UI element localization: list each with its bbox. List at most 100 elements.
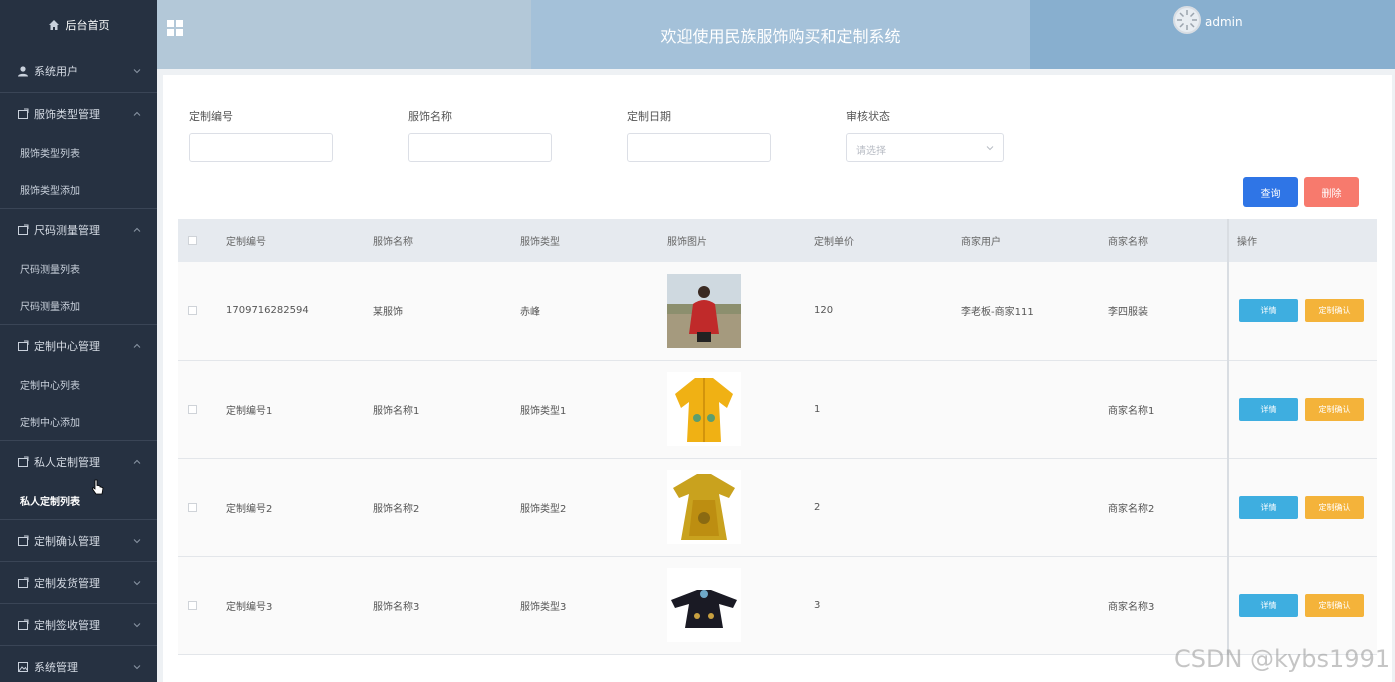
sidebar-group-label: 定制发货管理 xyxy=(34,576,100,590)
query-button[interactable]: 查询 xyxy=(1243,177,1298,207)
chevron-down-icon xyxy=(133,664,141,669)
cell-price: 1 xyxy=(814,360,961,459)
cell-merchant-user xyxy=(961,360,1108,459)
column-header[interactable]: 商家名称 xyxy=(1108,219,1228,262)
custom-confirm-button[interactable]: 定制确认 xyxy=(1305,299,1364,323)
sidebar-item-size-measure-list[interactable]: 尺码测量列表 xyxy=(0,250,157,287)
sidebar-group-size-measure[interactable]: 尺码测量管理 xyxy=(0,208,157,250)
delete-button[interactable]: 删除 xyxy=(1304,177,1359,207)
header-left-panel xyxy=(157,0,531,69)
custom-date-input[interactable] xyxy=(627,133,771,162)
username[interactable]: admin xyxy=(1205,15,1243,29)
filter-label: 定制编号 xyxy=(189,110,233,123)
custom-confirm-button[interactable]: 定制确认 xyxy=(1305,397,1364,421)
custom-confirm-button[interactable]: 定制确认 xyxy=(1305,495,1364,519)
sidebar-group-system-manage[interactable]: 系统管理 xyxy=(0,645,157,682)
detail-button[interactable]: 详情 xyxy=(1239,299,1298,323)
column-header[interactable]: 商家用户 xyxy=(961,219,1108,262)
row-checkbox[interactable] xyxy=(188,502,197,512)
row-checkbox[interactable] xyxy=(188,600,197,610)
table-row: 1709716282594 某服饰 赤峰 120 李老板-商家111 李四服装 … xyxy=(178,262,1377,361)
sidebar-group-clothing-type[interactable]: 服饰类型管理 xyxy=(0,92,157,134)
detail-button[interactable]: 详情 xyxy=(1239,593,1298,617)
column-header[interactable]: 服饰类型 xyxy=(520,219,667,262)
sidebar-group-label: 定制中心管理 xyxy=(34,339,100,353)
cell-clothing-name: 某服饰 xyxy=(373,262,520,361)
cell-clothing-type: 服饰类型3 xyxy=(520,556,667,655)
cell-merchant-user xyxy=(961,556,1108,655)
cell-custom-id: 定制编号1 xyxy=(226,360,373,459)
cell-actions: 详情 定制确认 xyxy=(1227,360,1377,459)
cell-actions: 详情 定制确认 xyxy=(1227,458,1377,557)
cell-merchant-name: 商家名称3 xyxy=(1108,556,1228,655)
avatar[interactable] xyxy=(1173,6,1201,34)
cell-merchant-user: 李老板-商家111 xyxy=(961,262,1108,361)
clothing-photo[interactable] xyxy=(667,273,741,348)
filter-label: 定制日期 xyxy=(627,110,671,123)
sidebar-item-size-measure-add[interactable]: 尺码测量添加 xyxy=(0,287,157,324)
cell-price: 120 xyxy=(814,262,961,361)
clothing-photo[interactable] xyxy=(667,568,741,642)
top-header: 欢迎使用民族服饰购买和定制系统 admin xyxy=(157,0,1395,69)
folder-icon xyxy=(17,577,29,589)
cell-actions: 详情 定制确认 xyxy=(1227,262,1377,361)
clothing-photo[interactable] xyxy=(667,470,741,544)
select-all-cell xyxy=(178,219,226,262)
cell-custom-id: 1709716282594 xyxy=(226,262,373,361)
row-checkbox[interactable] xyxy=(188,404,197,414)
image-icon xyxy=(17,661,29,673)
main-panel: 定制编号 服饰名称 定制日期 审核状态 请选择 查询 删除 定制编号 服饰名称 … xyxy=(163,75,1392,682)
cell-custom-id: 定制编号3 xyxy=(226,556,373,655)
watermark: CSDN @kybs1991 xyxy=(1174,645,1391,673)
select-all-checkbox[interactable] xyxy=(188,236,197,245)
chevron-down-icon xyxy=(133,69,141,74)
filter-custom-id: 定制编号 xyxy=(189,108,333,162)
sidebar-item-custom-center-list[interactable]: 定制中心列表 xyxy=(0,366,157,403)
sidebar-group-custom-receipt[interactable]: 定制签收管理 xyxy=(0,603,157,645)
detail-button[interactable]: 详情 xyxy=(1239,397,1298,421)
column-header[interactable]: 服饰名称 xyxy=(373,219,520,262)
row-select-cell xyxy=(178,458,226,557)
clothing-photo[interactable] xyxy=(667,372,741,446)
row-select-cell xyxy=(178,262,226,361)
row-checkbox[interactable] xyxy=(188,306,197,316)
column-header[interactable]: 定制编号 xyxy=(226,219,373,262)
sidebar-item-clothing-type-add[interactable]: 服饰类型添加 xyxy=(0,171,157,208)
cell-clothing-name: 服饰名称3 xyxy=(373,556,520,655)
home-icon xyxy=(48,20,59,30)
sidebar-home[interactable]: 后台首页 xyxy=(0,0,157,50)
cell-clothing-name: 服饰名称1 xyxy=(373,360,520,459)
sidebar-group-system-users[interactable]: 系统用户 xyxy=(0,50,157,92)
cell-custom-id: 定制编号2 xyxy=(226,458,373,557)
custom-confirm-button[interactable]: 定制确认 xyxy=(1305,593,1364,617)
folder-icon xyxy=(17,108,29,120)
sidebar-group-private-custom[interactable]: 私人定制管理 xyxy=(0,440,157,482)
sidebar-item-custom-center-add[interactable]: 定制中心添加 xyxy=(0,403,157,440)
cell-clothing-type: 赤峰 xyxy=(520,262,667,361)
chevron-down-icon xyxy=(986,146,994,151)
sidebar-group-custom-center[interactable]: 定制中心管理 xyxy=(0,324,157,366)
chevron-down-icon xyxy=(133,580,141,585)
filter-label: 审核状态 xyxy=(846,110,890,123)
sidebar-item-private-custom-list[interactable]: 私人定制列表 xyxy=(0,482,157,519)
sidebar: 后台首页 系统用户 服饰类型管理 服饰类型列表 服饰类型添加 尺码测量管理 尺码… xyxy=(0,0,157,682)
folder-icon xyxy=(17,456,29,468)
sidebar-item-clothing-type-list[interactable]: 服饰类型列表 xyxy=(0,134,157,171)
column-header[interactable]: 定制单价 xyxy=(814,219,961,262)
cell-clothing-type: 服饰类型2 xyxy=(520,458,667,557)
sidebar-group-label: 系统管理 xyxy=(34,660,78,674)
review-status-select[interactable]: 请选择 xyxy=(846,133,1004,162)
cell-clothing-image xyxy=(667,556,814,655)
grid-menu-icon[interactable] xyxy=(167,20,183,36)
chevron-up-icon xyxy=(133,111,141,116)
detail-button[interactable]: 详情 xyxy=(1239,495,1298,519)
header-user-panel: admin xyxy=(1030,0,1395,69)
folder-icon xyxy=(17,340,29,352)
table-header-row: 定制编号 服饰名称 服饰类型 服饰图片 定制单价 商家用户 商家名称 操作 xyxy=(178,219,1377,262)
chevron-up-icon xyxy=(133,227,141,232)
sidebar-group-custom-confirm[interactable]: 定制确认管理 xyxy=(0,519,157,561)
filter-clothing-name: 服饰名称 xyxy=(408,108,552,162)
clothing-name-input[interactable] xyxy=(408,133,552,162)
custom-id-input[interactable] xyxy=(189,133,333,162)
sidebar-group-custom-shipping[interactable]: 定制发货管理 xyxy=(0,561,157,603)
